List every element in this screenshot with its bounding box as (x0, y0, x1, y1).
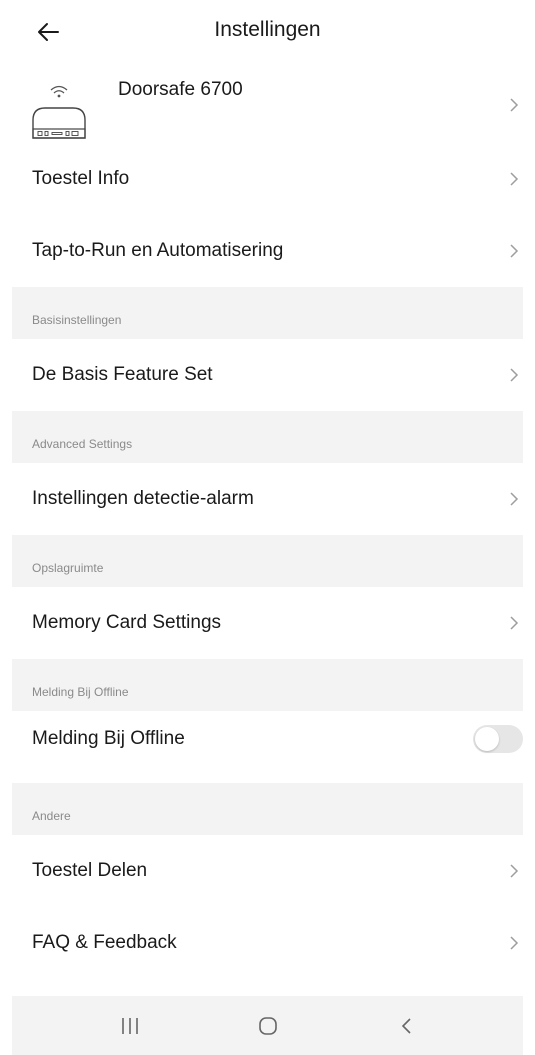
home-button[interactable] (228, 996, 308, 1055)
device-info-label: Toestel Info (32, 168, 130, 189)
back-nav-button[interactable] (367, 996, 447, 1055)
home-icon (259, 1016, 277, 1035)
recent-apps-button[interactable] (90, 996, 170, 1055)
tap-to-run-row[interactable]: Tap-to-Run en Automatisering (0, 215, 535, 287)
offline-notification-label: Melding Bij Offline (32, 728, 185, 749)
recent-apps-icon (122, 1017, 138, 1034)
faq-feedback-row[interactable]: FAQ & Feedback (0, 907, 535, 979)
router-device-icon (32, 85, 86, 139)
device-row[interactable]: Doorsafe 6700 (0, 66, 535, 152)
section-header-advanced: Advanced Settings (12, 411, 523, 463)
share-device-label: Toestel Delen (32, 860, 148, 881)
toggle-knob (475, 727, 499, 751)
chevron-left-icon (401, 1017, 411, 1034)
detection-alarm-row[interactable]: Instellingen detectie-alarm (0, 463, 535, 535)
tap-to-run-label: Tap-to-Run en Automatisering (32, 240, 284, 261)
basic-feature-set-row[interactable]: De Basis Feature Set (0, 339, 535, 411)
section-header-basic: Basisinstellingen (12, 287, 523, 339)
section-label: Melding Bij Offline (32, 685, 129, 699)
section-label: Basisinstellingen (32, 313, 122, 327)
page-title: Instellingen (214, 18, 321, 41)
section-label: Andere (32, 809, 71, 823)
chevron-right-icon (510, 172, 519, 186)
section-label: Opslagruimte (32, 561, 104, 575)
device-name: Doorsafe 6700 (118, 79, 243, 100)
settings-screen: Instellingen Doorsafe 6700 Toestel Info (0, 0, 535, 1055)
chevron-right-icon (510, 616, 519, 630)
chevron-right-icon (510, 492, 519, 506)
memory-card-row[interactable]: Memory Card Settings (0, 587, 535, 659)
detection-alarm-label: Instellingen detectie-alarm (32, 488, 254, 509)
chevron-right-icon (510, 936, 519, 950)
share-device-row[interactable]: Toestel Delen (0, 835, 535, 907)
section-header-storage: Opslagruimte (12, 535, 523, 587)
chevron-right-icon (510, 368, 519, 382)
faq-feedback-label: FAQ & Feedback (32, 932, 177, 953)
section-label: Advanced Settings (32, 437, 133, 451)
chevron-right-icon (510, 98, 519, 112)
chevron-right-icon (510, 244, 519, 258)
memory-card-label: Memory Card Settings (32, 612, 222, 633)
header: Instellingen (0, 0, 535, 62)
system-nav-bar (12, 996, 523, 1055)
offline-notification-toggle[interactable] (473, 725, 523, 753)
basic-feature-set-label: De Basis Feature Set (32, 364, 213, 385)
offline-notification-row: Melding Bij Offline (0, 704, 535, 774)
section-header-other: Andere (12, 783, 523, 835)
device-info-row[interactable]: Toestel Info (0, 143, 535, 215)
chevron-right-icon (510, 864, 519, 878)
